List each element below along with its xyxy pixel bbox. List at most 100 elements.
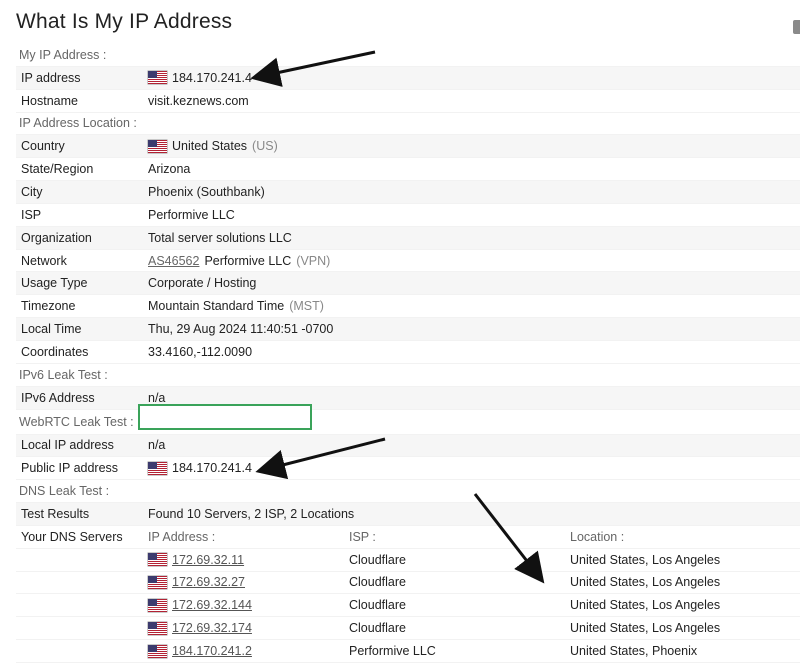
organization-label: Organization: [21, 230, 92, 245]
dns-server-ip-link[interactable]: 184.170.241.2: [172, 644, 252, 658]
network-label: Network: [21, 253, 67, 268]
state-label: State/Region: [21, 162, 94, 177]
country-label: Country: [21, 139, 65, 154]
ip-info-table: My IP Address : IP address 184.170.241.4…: [16, 44, 800, 663]
row-organization: Organization Total server solutions LLC: [16, 226, 800, 250]
section-label: DNS Leak Test :: [19, 484, 110, 499]
country-text: United States: [172, 139, 248, 154]
webrtc-highlight-box: [138, 403, 312, 430]
country-value: United States (US): [148, 139, 278, 153]
row-usage-type: Usage Type Corporate / Hosting: [16, 272, 800, 296]
network-type: (VPN): [296, 253, 331, 268]
coordinates-value: 33.4160,-112.0090: [148, 344, 253, 359]
row-public-ip: Public IP address 184.170.241.4: [16, 457, 800, 481]
row-ipv6-address: IPv6 Address n/a: [16, 386, 800, 410]
dns-server-isp: Cloudflare: [349, 575, 406, 590]
city-value: Phoenix (Southbank): [148, 184, 265, 199]
dns-server-isp: Cloudflare: [349, 552, 406, 567]
dns-col-ip-header: IP Address :: [148, 529, 216, 544]
section-label: My IP Address :: [19, 47, 107, 62]
dns-server-location: United States, Los Angeles: [570, 621, 721, 636]
coordinates-label: Coordinates: [21, 344, 89, 359]
dns-server-row: 172.69.32.174 Cloudflare United States, …: [16, 617, 800, 641]
dns-server-ip: 172.69.32.11: [148, 553, 244, 567]
us-flag-icon: [148, 139, 167, 153]
usage-type-value: Corporate / Hosting: [148, 276, 257, 291]
ipv6-address-value: n/a: [148, 390, 166, 405]
timezone-label: Timezone: [21, 299, 76, 314]
dns-server-ip: 172.69.32.27: [148, 575, 245, 589]
dns-server-ip-link[interactable]: 172.69.32.27: [172, 575, 245, 589]
local-ip-value: n/a: [148, 438, 166, 453]
isp-label: ISP: [21, 207, 42, 222]
hostname-label: Hostname: [21, 93, 78, 108]
dns-server-location: United States, Phoenix: [570, 644, 698, 659]
row-ip-address: IP address 184.170.241.4: [16, 66, 800, 90]
row-timezone: Timezone Mountain Standard Time (MST): [16, 295, 800, 319]
organization-value: Total server solutions LLC: [148, 230, 292, 245]
section-label: IP Address Location :: [19, 116, 137, 131]
us-flag-icon: [148, 598, 167, 612]
local-time-label: Local Time: [21, 322, 82, 337]
network-asn-link[interactable]: AS46562: [148, 254, 199, 268]
timezone-text: Mountain Standard Time: [148, 299, 285, 314]
timezone-abbr: (MST): [289, 299, 324, 314]
ip-address-text: 184.170.241.4: [172, 70, 252, 85]
state-value: Arizona: [148, 162, 191, 177]
dns-server-row: 172.69.32.144 Cloudflare United States, …: [16, 594, 800, 618]
public-ip-text: 184.170.241.4: [172, 461, 252, 476]
dns-server-isp: Cloudflare: [349, 621, 406, 636]
public-ip-label: Public IP address: [21, 461, 119, 476]
network-value: AS46562 Performive LLC (VPN): [148, 254, 330, 268]
corner-toolbar-icon[interactable]: [793, 20, 800, 34]
test-results-label: Test Results: [21, 506, 90, 521]
us-flag-icon: [148, 461, 167, 475]
city-label: City: [21, 184, 43, 199]
row-local-ip: Local IP address n/a: [16, 434, 800, 458]
us-flag-icon: [148, 553, 167, 567]
dns-col-location-header: Location :: [570, 529, 625, 544]
dns-server-ip: 172.69.32.174: [148, 621, 252, 635]
row-test-results: Test Results Found 10 Servers, 2 ISP, 2 …: [16, 503, 800, 526]
ipv6-address-label: IPv6 Address: [21, 390, 95, 405]
dns-servers-label: Your DNS Servers: [21, 529, 123, 544]
section-ipv6: IPv6 Leak Test :: [16, 363, 800, 387]
dns-server-location: United States, Los Angeles: [570, 575, 721, 590]
section-my-ip: My IP Address :: [16, 44, 800, 67]
dns-server-ip: 184.170.241.2: [148, 644, 252, 658]
dns-server-location: United States, Los Angeles: [570, 598, 721, 613]
row-local-time: Local Time Thu, 29 Aug 2024 11:40:51 -07…: [16, 318, 800, 341]
us-flag-icon: [148, 644, 167, 658]
dns-server-ip: 172.69.32.144: [148, 598, 252, 612]
row-country: Country United States (US): [16, 135, 800, 159]
dns-server-location: United States, Los Angeles: [570, 552, 721, 567]
dns-col-isp-header: ISP :: [349, 529, 376, 544]
page-title: What Is My IP Address: [16, 10, 233, 33]
dns-server-ip-link[interactable]: 172.69.32.144: [172, 598, 252, 612]
usage-type-label: Usage Type: [21, 276, 88, 291]
dns-server-row: 172.69.32.27 Cloudflare United States, L…: [16, 572, 800, 595]
row-state: State/Region Arizona: [16, 158, 800, 182]
row-dns-header: Your DNS Servers IP Address : ISP : Loca…: [16, 526, 800, 549]
row-city: City Phoenix (Southbank): [16, 181, 800, 204]
row-hostname: Hostname visit.keznews.com: [16, 90, 800, 113]
row-coordinates: Coordinates 33.4160,-112.0090: [16, 341, 800, 364]
section-label: IPv6 Leak Test :: [19, 367, 108, 382]
network-name: Performive LLC: [204, 253, 292, 268]
us-flag-icon: [148, 71, 167, 85]
country-code: (US): [252, 139, 278, 154]
ip-address-label: IP address: [21, 70, 81, 85]
public-ip-value: 184.170.241.4: [148, 461, 252, 475]
isp-value: Performive LLC: [148, 207, 235, 222]
ip-address-value: 184.170.241.4: [148, 71, 252, 85]
row-isp: ISP Performive LLC: [16, 204, 800, 227]
dns-server-row: 172.69.32.11 Cloudflare United States, L…: [16, 549, 800, 572]
dns-server-ip-link[interactable]: 172.69.32.174: [172, 621, 252, 635]
us-flag-icon: [148, 575, 167, 589]
dns-server-row: 184.170.241.2 Performive LLC United Stat…: [16, 640, 800, 663]
dns-server-ip-link[interactable]: 172.69.32.11: [172, 553, 244, 567]
local-ip-label: Local IP address: [21, 438, 114, 453]
section-label: WebRTC Leak Test :: [19, 414, 134, 429]
section-dns: DNS Leak Test :: [16, 480, 800, 504]
hostname-value: visit.keznews.com: [148, 93, 249, 108]
